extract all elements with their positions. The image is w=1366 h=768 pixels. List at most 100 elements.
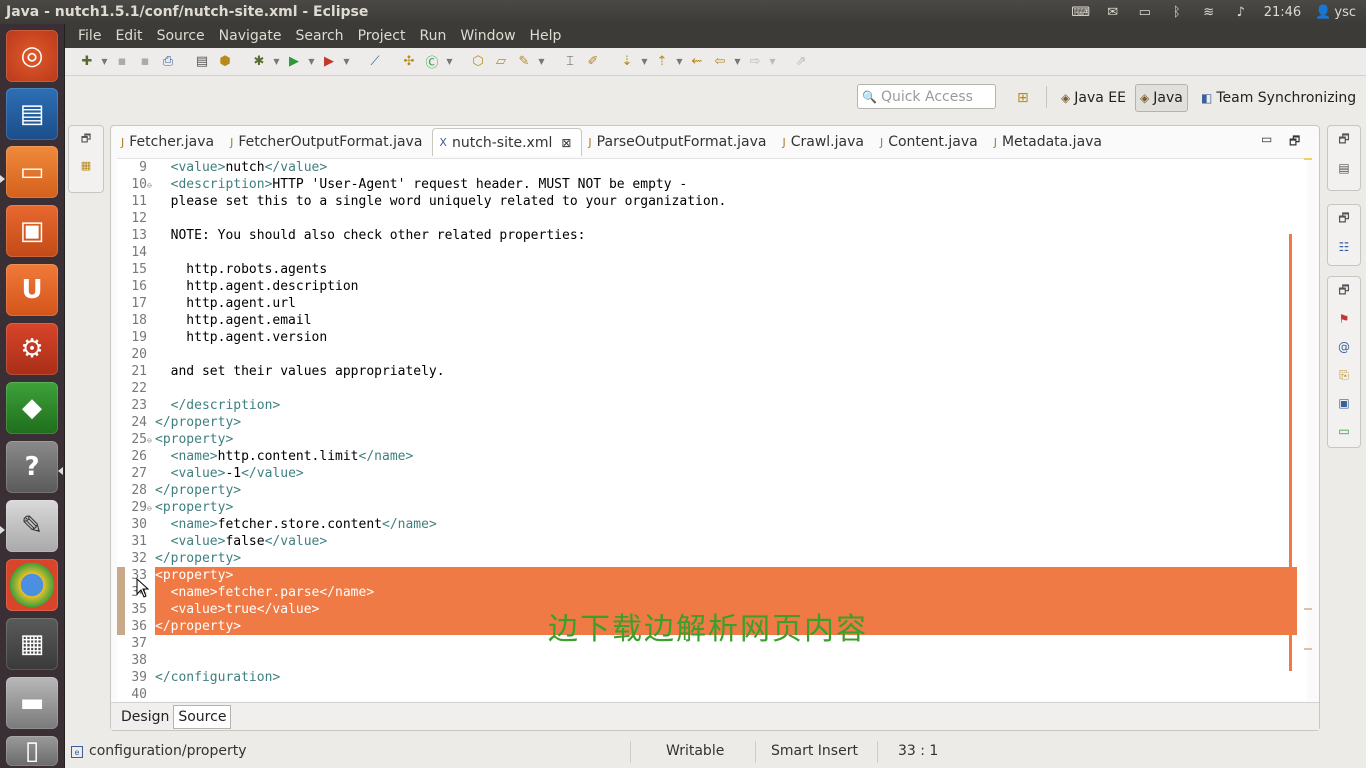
code-line[interactable]: 12: [117, 210, 1297, 227]
tab-nutch-site-xml[interactable]: X nutch-site.xml ⊠: [432, 128, 583, 156]
system-settings-icon[interactable]: ⚙: [6, 323, 58, 375]
back-dropdown-icon[interactable]: ▼: [733, 52, 742, 72]
prev-annotation-dropdown-icon[interactable]: ▼: [675, 52, 684, 72]
close-icon[interactable]: ⊠: [561, 136, 571, 150]
code-line[interactable]: 34 <name>fetcher.parse</name>: [117, 584, 1297, 601]
code-line[interactable]: 32 </property>: [117, 550, 1297, 567]
ubuntu-one-icon[interactable]: U: [6, 264, 58, 316]
new-java-project-icon[interactable]: ✣: [399, 52, 419, 72]
quick-access-field[interactable]: 🔍 Quick Access: [857, 84, 996, 109]
code-line[interactable]: 11 please set this to a single word uniq…: [117, 193, 1297, 210]
package-explorer-icon[interactable]: ▦: [69, 152, 103, 178]
code-line[interactable]: 18 http.agent.email: [117, 312, 1297, 329]
fold-toggle-icon[interactable]: ⊖: [147, 177, 155, 194]
clock[interactable]: 21:46: [1264, 5, 1301, 20]
code-line[interactable]: 39 </configuration>: [117, 669, 1297, 686]
battery-icon[interactable]: ▭: [1136, 5, 1154, 20]
back-icon[interactable]: ⇦: [710, 52, 730, 72]
new-class-icon[interactable]: Ⓒ: [422, 52, 442, 72]
new-class-dropdown-icon[interactable]: ▼: [445, 52, 454, 72]
code-line[interactable]: 26 <name>http.content.limit</name>: [117, 448, 1297, 465]
declaration-icon[interactable]: ⎘: [1328, 361, 1360, 389]
maximize-icon[interactable]: 🗗: [1289, 132, 1300, 153]
bluetooth-icon[interactable]: ᛒ: [1168, 5, 1186, 20]
tab-design[interactable]: Design: [117, 706, 173, 728]
prev-annotation-icon[interactable]: ⇡: [652, 52, 672, 72]
keyboard-icon[interactable]: ⌨: [1071, 5, 1090, 20]
javadoc-icon[interactable]: @: [1328, 333, 1360, 361]
code-line[interactable]: 33 <property>: [117, 567, 1297, 584]
external-tools-dropdown-icon[interactable]: ▼: [342, 52, 351, 72]
cube-app-icon[interactable]: ◆: [6, 382, 58, 434]
debug-icon[interactable]: ✱: [249, 52, 269, 72]
menu-edit[interactable]: Edit: [108, 28, 149, 44]
help-icon[interactable]: ?: [6, 441, 58, 493]
print-icon[interactable]: ⎙: [158, 52, 178, 72]
libreoffice-writer-icon[interactable]: ▤: [6, 88, 58, 140]
fold-toggle-icon[interactable]: ⊖: [147, 500, 155, 517]
run-dropdown-icon[interactable]: ▼: [307, 52, 316, 72]
trash-icon[interactable]: ▯: [6, 736, 58, 766]
code-line[interactable]: 17 http.agent.url: [117, 295, 1297, 312]
code-line[interactable]: 21 and set their values appropriately.: [117, 363, 1297, 380]
code-line[interactable]: 38: [117, 652, 1297, 669]
pin-editor-icon[interactable]: ⇗: [791, 52, 811, 72]
perspective-team-sync[interactable]: ◧ Team Synchronizing: [1197, 84, 1360, 112]
restore-icon[interactable]: 🗗: [1328, 205, 1360, 233]
menu-help[interactable]: Help: [523, 28, 569, 44]
save-all-icon[interactable]: ▪: [135, 52, 155, 72]
wifi-icon[interactable]: ≋: [1200, 5, 1218, 20]
code-line[interactable]: 10⊖ <description>HTTP 'User-Agent' reque…: [117, 176, 1297, 193]
code-line[interactable]: 15 http.robots.agents: [117, 261, 1297, 278]
debug-dropdown-icon[interactable]: ▼: [272, 52, 281, 72]
console-icon[interactable]: ▣: [1328, 389, 1360, 417]
code-line[interactable]: 9 <value>nutch</value>: [117, 159, 1297, 176]
code-line[interactable]: 30 <name>fetcher.store.content</name>: [117, 516, 1297, 533]
tab-crawl-java[interactable]: J Crawl.java: [776, 128, 873, 156]
fold-toggle-icon[interactable]: ⊖: [147, 432, 155, 449]
external-tools-icon[interactable]: ▶: [319, 52, 339, 72]
progress-icon[interactable]: ▭: [1328, 417, 1360, 445]
code-line[interactable]: 31 <value>false</value>: [117, 533, 1297, 550]
chrome-icon[interactable]: [6, 559, 58, 611]
outline-icon[interactable]: ☷: [1328, 233, 1360, 261]
last-edit-icon[interactable]: ⇜: [687, 52, 707, 72]
minimize-icon[interactable]: ▭: [1261, 132, 1272, 146]
run-icon[interactable]: ▶: [284, 52, 304, 72]
mail-icon[interactable]: ✉: [1104, 5, 1122, 20]
tab-content-java[interactable]: J Content.java: [874, 128, 988, 156]
next-annotation-dropdown-icon[interactable]: ▼: [640, 52, 649, 72]
build-icon[interactable]: ⬢: [215, 52, 235, 72]
restore-icon[interactable]: 🗗: [1328, 126, 1360, 154]
perspective-java[interactable]: ◈ Java: [1135, 84, 1188, 112]
code-line[interactable]: 28 </property>: [117, 482, 1297, 499]
skip-breakpoints-icon[interactable]: ⟋: [365, 52, 385, 72]
user-menu[interactable]: 👤 ysc: [1315, 5, 1356, 20]
code-line[interactable]: 19 http.agent.version: [117, 329, 1297, 346]
tab-parse-output-format[interactable]: J ParseOutputFormat.java: [582, 128, 776, 156]
restore-icon[interactable]: 🗗: [69, 126, 103, 152]
text-editor-icon[interactable]: ✎: [6, 500, 58, 552]
ubuntu-dash-icon[interactable]: ◎: [6, 30, 58, 82]
forward-dropdown-icon[interactable]: ▼: [768, 52, 777, 72]
menu-navigate[interactable]: Navigate: [212, 28, 289, 44]
new-icon[interactable]: ✚: [77, 52, 97, 72]
code-line[interactable]: 23 </description>: [117, 397, 1297, 414]
perspective-java-ee[interactable]: ◈ Java EE: [1057, 84, 1130, 112]
search-tool-icon[interactable]: ✎: [514, 52, 534, 72]
drive-icon[interactable]: ▬: [6, 677, 58, 729]
forward-icon[interactable]: ⇨: [745, 52, 765, 72]
volume-icon[interactable]: ♪: [1232, 5, 1250, 20]
search-dropdown-icon[interactable]: ▼: [537, 52, 546, 72]
code-line[interactable]: 16 http.agent.description: [117, 278, 1297, 295]
code-line[interactable]: 40: [117, 686, 1297, 701]
files-icon[interactable]: ▭: [6, 146, 58, 198]
problems-icon[interactable]: ⚑: [1328, 305, 1360, 333]
code-line[interactable]: 14: [117, 244, 1297, 261]
tab-fetcher-output-format[interactable]: J FetcherOutputFormat.java: [224, 128, 432, 156]
code-line[interactable]: 24 </property>: [117, 414, 1297, 431]
tab-source[interactable]: Source: [173, 704, 232, 729]
software-center-icon[interactable]: ▣: [6, 205, 58, 257]
open-task-icon[interactable]: ▱: [491, 52, 511, 72]
open-perspective-icon[interactable]: ⊞: [1017, 90, 1029, 106]
